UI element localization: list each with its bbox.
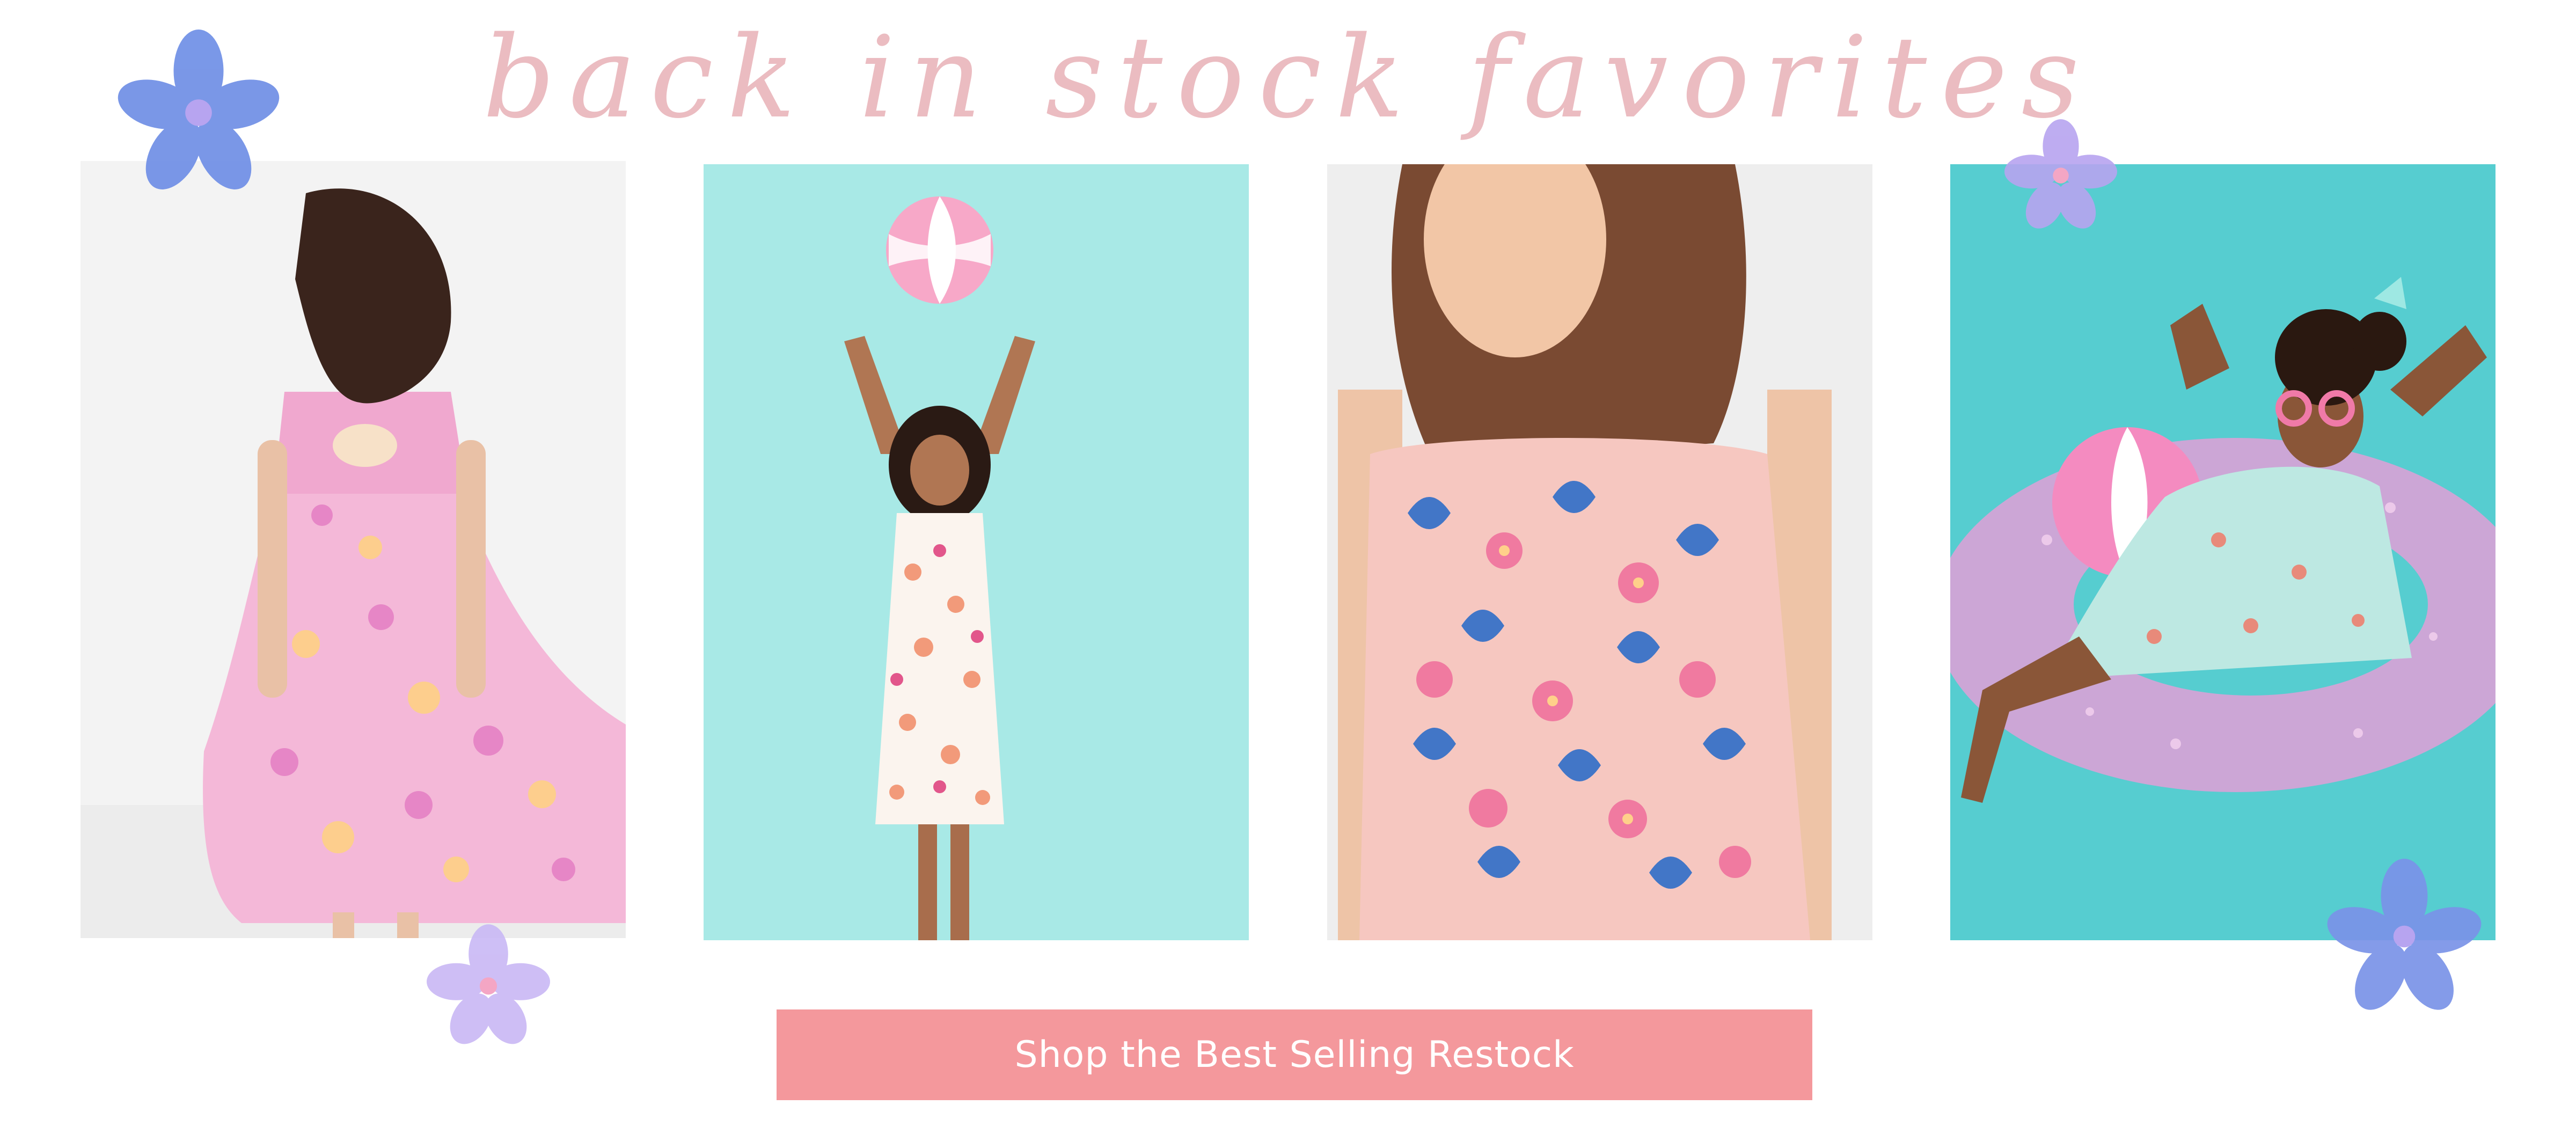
photo-mint-dress-pool-float-image [1950,164,2496,940]
product-photo-pink-floral-dress[interactable] [80,161,626,938]
page-title: back in stock favorites [482,12,2094,143]
product-photo-blue-floral-dress[interactable] [1327,164,1872,940]
product-photo-mermaid-dress-beach-ball[interactable] [704,164,1249,940]
photo-mermaid-dress-beach-ball-image [704,164,1249,940]
decorative-flower-icon [107,30,290,196]
shop-restock-button[interactable]: Shop the Best Selling Restock [777,1009,1812,1100]
decorative-flower-icon [424,923,553,1046]
decorative-flower-icon [2324,859,2485,1014]
photo-pink-floral-dress-image [80,161,626,938]
product-photo-mint-dress-pool-float[interactable] [1950,164,2496,940]
decorative-flower-icon [2002,118,2120,231]
photo-blue-floral-dress-image [1327,164,1872,940]
